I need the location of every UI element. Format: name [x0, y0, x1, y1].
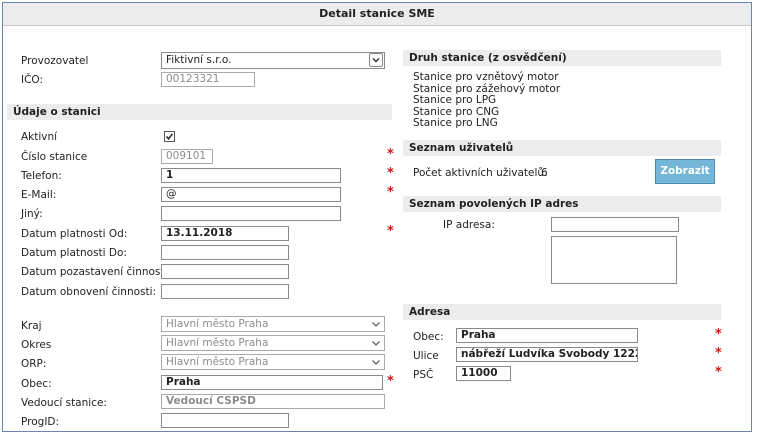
ip-list-textarea[interactable] — [551, 236, 677, 284]
active-users-count: 6 — [541, 167, 548, 179]
zip-field[interactable]: 11000 — [456, 366, 511, 381]
valid-to-label: Datum platnosti Do: — [21, 247, 127, 259]
district-select[interactable]: Hlavní město Praha — [161, 335, 385, 351]
email-field[interactable]: @ — [161, 187, 341, 202]
active-users-label: Počet aktivních uživatelů: — [413, 167, 548, 179]
progid-label: ProgID: — [21, 416, 60, 428]
required-marker: * — [387, 166, 394, 181]
progid-field[interactable] — [161, 413, 289, 428]
station-detail-window: Detail stanice SME Provozovatel Fiktivní… — [2, 2, 752, 432]
district-label: Okres — [21, 339, 52, 351]
region-select[interactable]: Hlavní město Praha — [161, 316, 385, 332]
orp-label: ORP: — [21, 358, 47, 370]
ip-section-header: Seznam povolených IP adres — [403, 196, 721, 212]
required-marker: * — [715, 365, 722, 380]
city-field[interactable]: Praha — [161, 375, 383, 390]
required-marker: * — [387, 374, 394, 389]
zip-label: PSČ — [413, 369, 434, 381]
station-type-item: Stanice pro LNG — [413, 117, 498, 129]
region-value: Hlavní město Praha — [166, 318, 269, 330]
chevron-down-icon — [372, 360, 380, 365]
show-users-button[interactable]: Zobrazit — [655, 159, 715, 184]
operator-select[interactable]: Fiktivní s.r.o. — [161, 52, 385, 69]
ip-field[interactable] — [551, 217, 679, 232]
operator-value: Fiktivní s.r.o. — [166, 54, 232, 66]
operator-label: Provozovatel — [21, 55, 89, 67]
phone-label: Telefon: — [21, 170, 62, 182]
address-city-field[interactable]: Praha — [456, 328, 638, 343]
ico-field[interactable]: 00123321 — [161, 72, 255, 87]
valid-from-label: Datum platnosti Od: — [21, 228, 128, 240]
check-icon — [165, 133, 174, 140]
ip-label: IP adresa: — [443, 219, 495, 231]
suspend-label: Datum pozastavení činnosti: — [21, 266, 171, 278]
phone-field[interactable]: 1 — [161, 168, 341, 183]
city-label: Obec: — [21, 378, 52, 390]
window-title: Detail stanice SME — [3, 3, 751, 26]
users-section-header: Seznam uživatelů — [403, 140, 721, 156]
email-label: E-Mail: — [21, 189, 57, 201]
district-value: Hlavní město Praha — [166, 337, 269, 349]
region-label: Kraj — [21, 320, 42, 332]
orp-value: Hlavní město Praha — [166, 356, 269, 368]
chevron-down-icon — [372, 341, 380, 346]
address-city-label: Obec: — [413, 331, 444, 343]
required-marker: * — [387, 224, 394, 239]
station-section-header: Údaje o stanici — [7, 104, 392, 120]
station-number-label: Číslo stanice — [21, 151, 88, 163]
other-label: Jiný: — [21, 208, 43, 220]
required-marker: * — [715, 346, 722, 361]
station-type-section-header: Druh stanice (z osvědčení) — [403, 50, 721, 66]
chevron-down-icon — [372, 322, 380, 327]
manager-label: Vedoucí stanice: — [21, 397, 107, 409]
orp-select[interactable]: Hlavní město Praha — [161, 354, 385, 370]
station-type-item: Stanice pro vznětový motor — [413, 71, 559, 83]
chevron-down-icon — [369, 53, 383, 67]
street-label: Ulice — [413, 350, 439, 362]
required-marker: * — [387, 147, 394, 162]
renew-label: Datum obnovení činnosti: — [21, 286, 157, 298]
suspend-field[interactable] — [161, 264, 289, 279]
address-section-header: Adresa — [403, 304, 721, 320]
required-marker: * — [387, 185, 394, 200]
active-label: Aktivní — [21, 131, 58, 143]
renew-field[interactable] — [161, 284, 289, 299]
station-number-field[interactable]: 009101 — [161, 149, 213, 164]
street-field[interactable]: nábřeží Ludvíka Svobody 1222/12 — [456, 347, 638, 362]
ico-label: IČO: — [21, 74, 44, 86]
manager-field[interactable]: Vedoucí CSPSD — [161, 394, 385, 409]
active-checkbox[interactable] — [164, 131, 175, 142]
required-marker: * — [715, 327, 722, 342]
valid-to-field[interactable] — [161, 245, 289, 260]
valid-from-field[interactable]: 13.11.2018 — [161, 226, 289, 241]
station-type-item: Stanice pro LPG — [413, 94, 497, 106]
other-field[interactable] — [161, 206, 341, 221]
